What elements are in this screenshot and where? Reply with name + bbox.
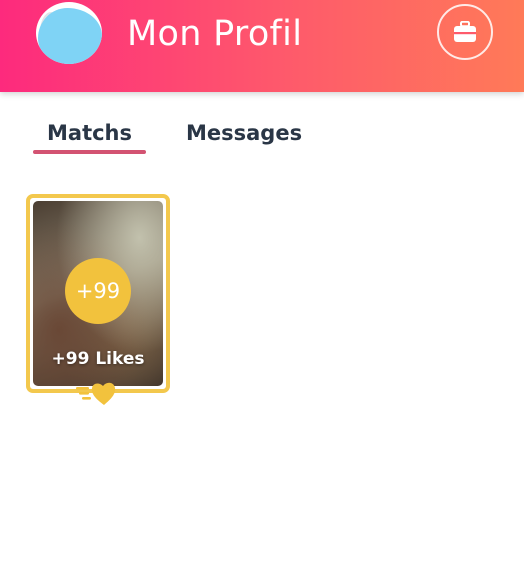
avatar-image bbox=[38, 8, 102, 64]
likes-card[interactable]: +99 +99 Likes bbox=[26, 194, 170, 393]
golden-heart-icon bbox=[76, 382, 116, 405]
app-header: Mon Profil bbox=[0, 0, 524, 92]
likes-card-blurred-photo: +99 +99 Likes bbox=[33, 201, 163, 386]
active-tab-underline bbox=[33, 150, 146, 154]
tab-matchs[interactable]: Matchs bbox=[47, 118, 132, 148]
briefcase-icon bbox=[454, 21, 476, 42]
briefcase-button[interactable] bbox=[437, 4, 493, 60]
likes-count-badge: +99 bbox=[65, 258, 131, 324]
avatar[interactable] bbox=[36, 2, 102, 64]
page-title: Mon Profil bbox=[127, 14, 303, 54]
tab-messages[interactable]: Messages bbox=[186, 118, 302, 148]
tab-bar: Matchs Messages bbox=[0, 110, 524, 160]
likes-label: +99 Likes bbox=[51, 349, 145, 369]
